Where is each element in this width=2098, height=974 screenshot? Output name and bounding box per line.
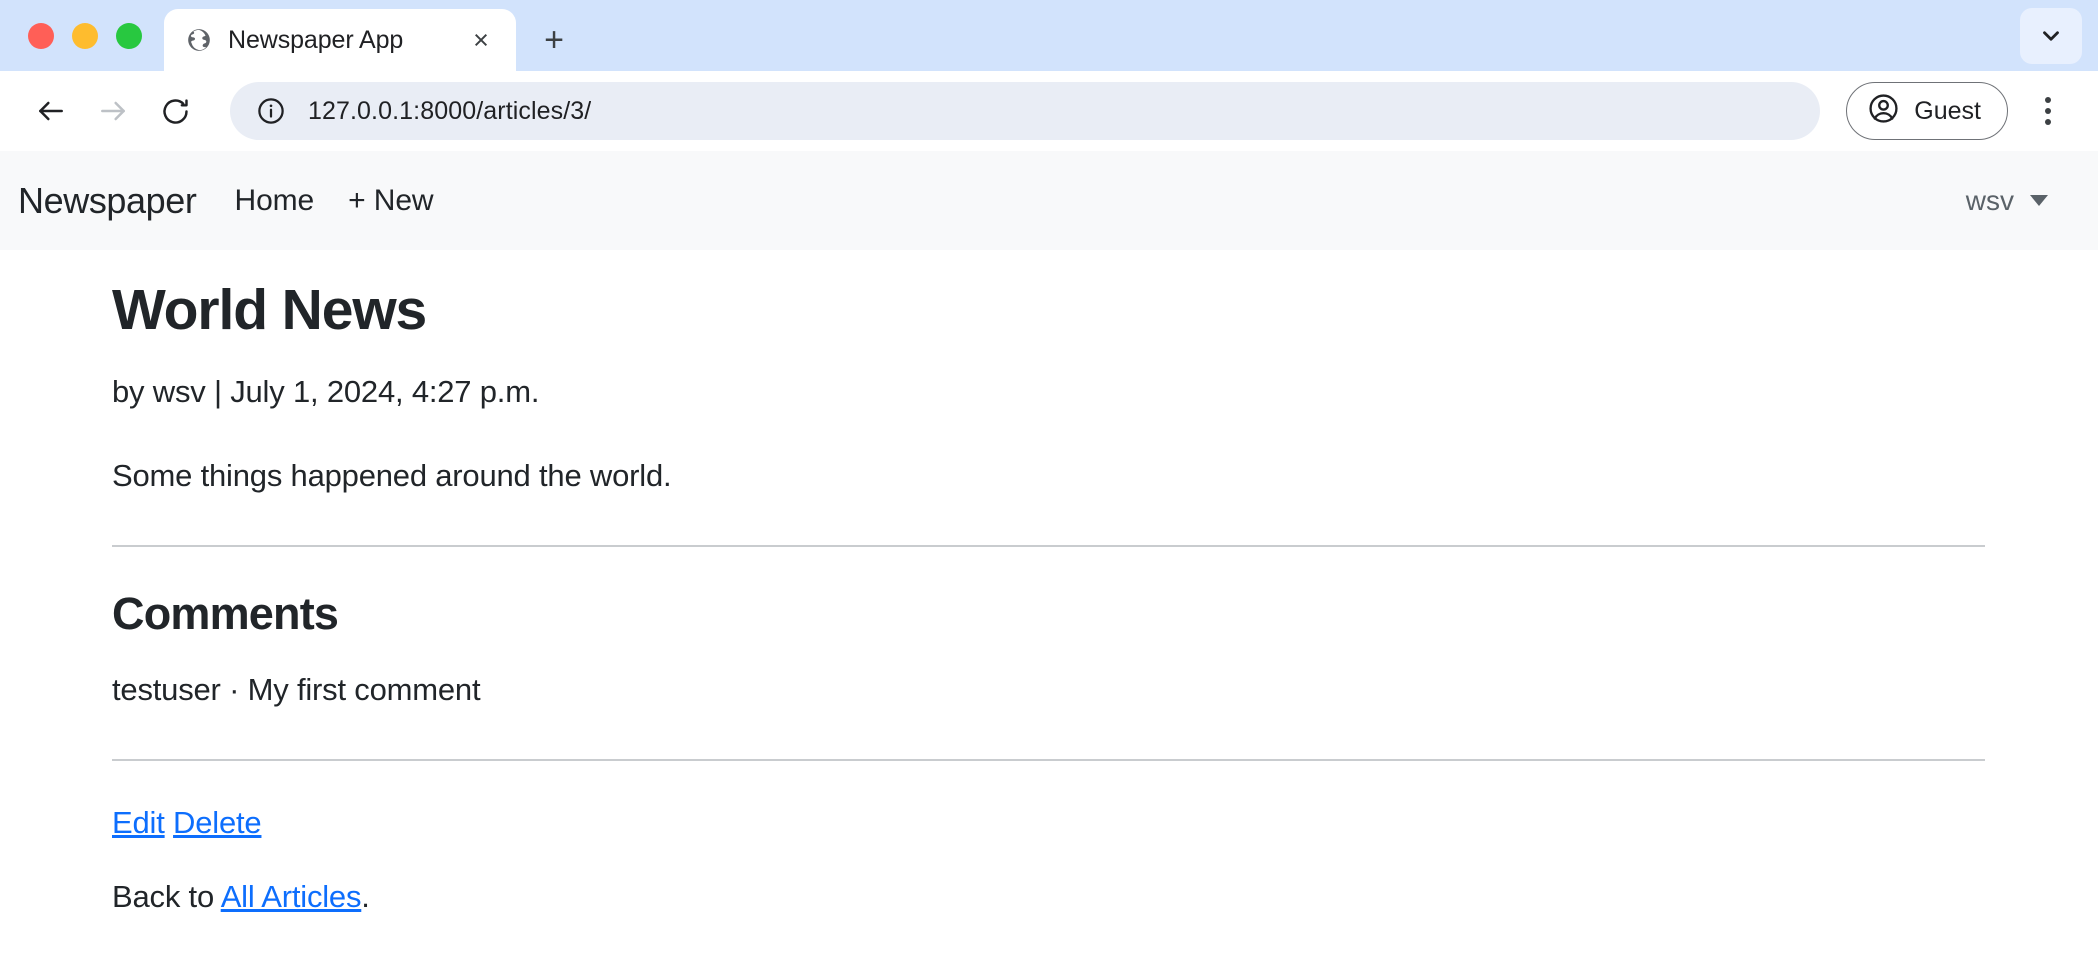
comments-heading: Comments [112, 587, 339, 639]
page-viewport: Newspaper Home + New wsv World News by w… [0, 151, 2098, 974]
close-icon[interactable]: × [464, 23, 498, 57]
minimize-window-button[interactable] [72, 22, 98, 49]
browser-toolbar: 127.0.0.1:8000/articles/3/ Guest [0, 71, 2098, 151]
user-menu[interactable]: wsv [1966, 185, 2076, 217]
article-actions: Edit Delete [112, 805, 2098, 841]
address-bar[interactable]: 127.0.0.1:8000/articles/3/ [230, 82, 1821, 140]
article-byline: by wsv | July 1, 2024, 4:27 p.m. [112, 373, 540, 409]
new-tab-button[interactable]: + [530, 16, 578, 64]
delete-link[interactable]: Delete [173, 805, 262, 840]
back-suffix-text: . [361, 878, 370, 914]
three-dot-menu-icon[interactable] [2020, 82, 2076, 140]
site-navbar: Newspaper Home + New wsv [0, 151, 2098, 250]
close-window-button[interactable] [28, 22, 54, 49]
tab-strip: Newspaper App × + [0, 0, 2098, 71]
all-articles-link[interactable]: All Articles [221, 879, 362, 914]
url-text[interactable]: 127.0.0.1:8000/articles/3/ [308, 97, 591, 126]
chevron-down-icon[interactable] [2020, 8, 2082, 64]
article-content: World News by wsv | July 1, 2024, 4:27 p… [0, 250, 2098, 915]
globe-icon [186, 27, 212, 53]
nav-link-new[interactable]: + New [348, 184, 433, 218]
maximize-window-button[interactable] [116, 22, 142, 49]
site-brand[interactable]: Newspaper [18, 180, 197, 222]
browser-tab[interactable]: Newspaper App × [164, 9, 516, 71]
caret-down-icon [2030, 195, 2048, 206]
back-prefix-text: Back to [112, 878, 221, 914]
nav-link-home[interactable]: Home [235, 184, 315, 218]
profile-button[interactable]: Guest [1846, 82, 2008, 140]
article-body: Some things happened around the world. [112, 457, 672, 493]
account-circle-icon [1867, 92, 1900, 130]
edit-link[interactable]: Edit [112, 805, 165, 840]
profile-label: Guest [1914, 96, 1981, 125]
back-to-articles: Back to All Articles. [112, 879, 2098, 915]
list-item: testuser · My first comment [112, 671, 481, 707]
back-button[interactable] [22, 82, 80, 140]
content-divider-bottom [112, 758, 1985, 761]
info-circle-icon[interactable] [254, 94, 288, 128]
window-traffic-lights [0, 0, 164, 71]
page-title: World News [112, 278, 427, 342]
content-divider-top [112, 544, 1985, 547]
browser-window: Newspaper App × + 127.0.0.1:8000/article… [0, 0, 2098, 974]
user-menu-label: wsv [1965, 184, 2014, 216]
forward-button[interactable] [84, 82, 142, 140]
tab-title: Newspaper App [228, 25, 404, 54]
reload-button[interactable] [146, 82, 204, 140]
